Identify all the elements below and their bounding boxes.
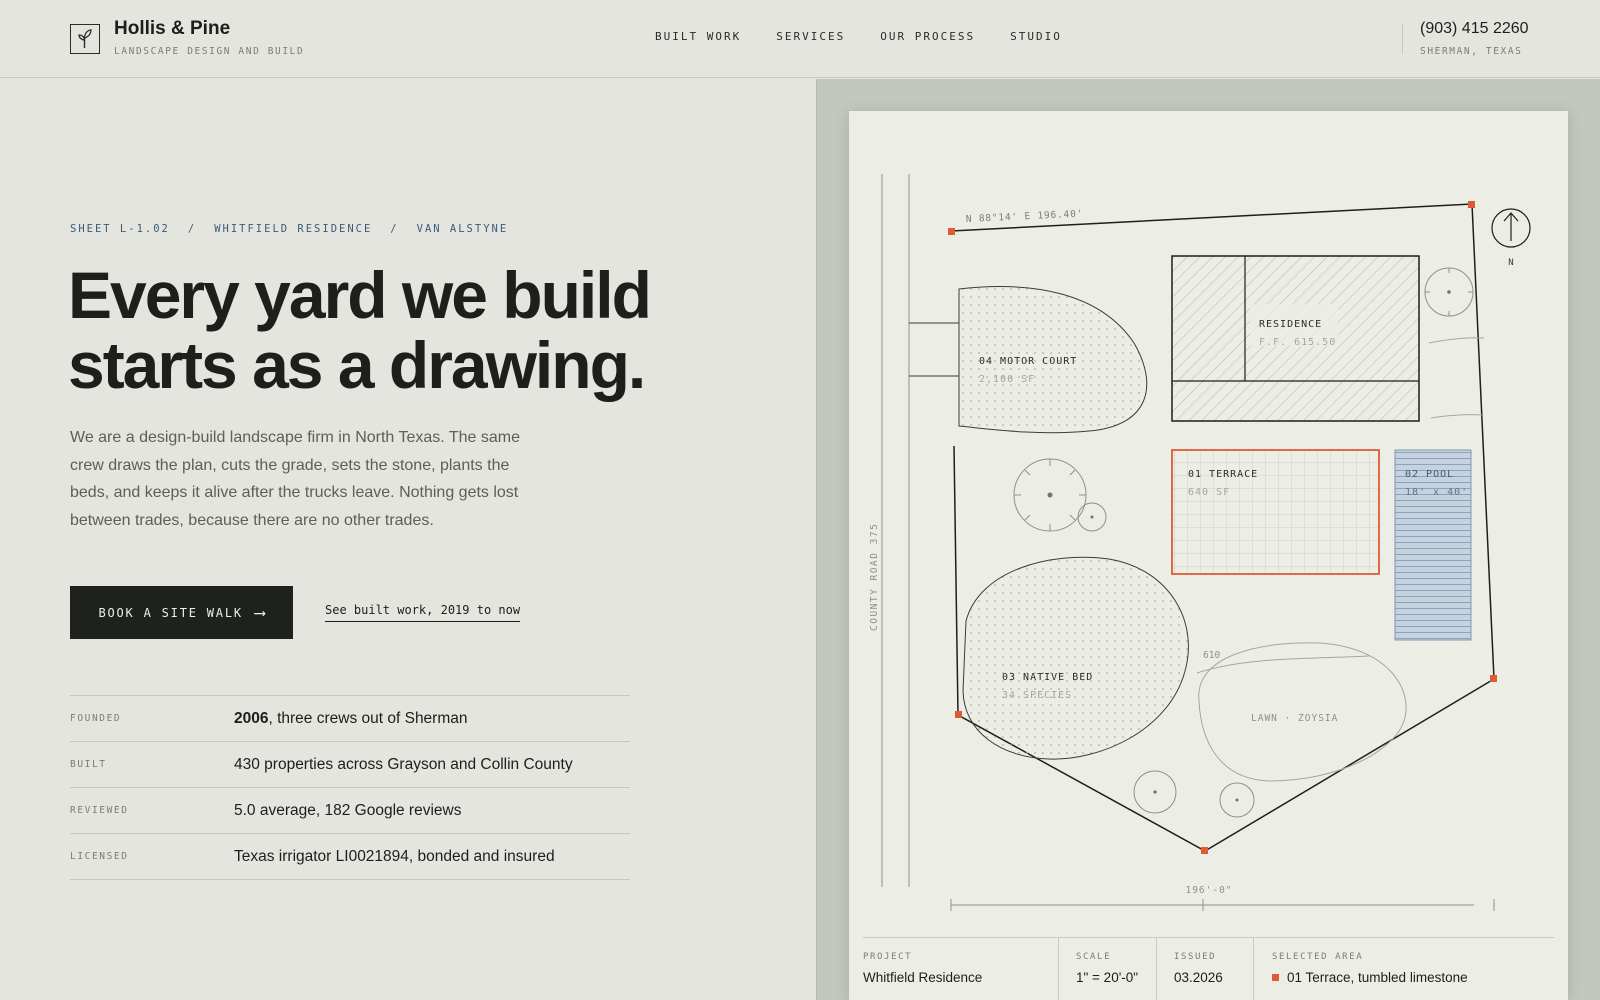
- tree-icon: [1424, 267, 1474, 317]
- nav-studio[interactable]: STUDIO: [1010, 30, 1062, 43]
- project-label: PROJECT: [863, 952, 913, 962]
- breadcrumb-separator: /: [390, 223, 399, 235]
- fact-label: REVIEWED: [70, 805, 129, 816]
- main-nav: BUILT WORK SERVICES OUR PROCESS STUDIO: [655, 30, 1062, 43]
- breadcrumb-separator: /: [187, 223, 197, 235]
- phone-number[interactable]: (903) 415 2260: [1420, 20, 1529, 38]
- fact-label: BUILT: [70, 759, 107, 770]
- selected-area-label: SELECTED AREA: [1272, 952, 1364, 962]
- corner-marker: [955, 711, 962, 718]
- title-block-issued: ISSUED 03.2026: [1157, 938, 1254, 1000]
- fact-value: Texas irrigator LI0021894, bonded and in…: [234, 847, 555, 865]
- issued-value: 03.2026: [1174, 970, 1223, 985]
- native-bed-label: 03 NATIVE BED: [1002, 672, 1093, 683]
- book-site-walk-button[interactable]: BOOK A SITE WALK ⟶: [70, 586, 293, 639]
- selected-area-value: 01 Terrace, tumbled limestone: [1272, 970, 1550, 985]
- see-built-work-link[interactable]: See built work, 2019 to now: [325, 603, 521, 622]
- fact-value: 2006, three crews out of Sherman: [234, 710, 468, 728]
- lawn-area[interactable]: [1198, 642, 1407, 782]
- logo-sprout-icon[interactable]: [70, 24, 100, 54]
- nav-services[interactable]: SERVICES: [776, 30, 845, 43]
- site-header: Hollis & Pine LANDSCAPE DESIGN AND BUILD…: [0, 0, 1600, 78]
- brand-name[interactable]: Hollis & Pine: [114, 18, 230, 40]
- native-bed-species: 34 SPECIES: [1002, 690, 1072, 701]
- breadcrumb: SHEET L-1.02 / WHITFIELD RESIDENCE / VAN…: [70, 223, 508, 235]
- cta-label: BOOK A SITE WALK: [98, 605, 243, 620]
- contour-label: 610: [1203, 650, 1220, 661]
- headline-line-2: starts as a drawing.: [68, 328, 646, 402]
- scale-label: SCALE: [1076, 952, 1112, 962]
- site-plan-drawing: COUNTY ROAD 375 N 88°14' E 196.40' N 04 …: [869, 174, 1531, 911]
- scale-value: 1" = 20'-0": [1076, 970, 1139, 985]
- title-block-project: PROJECT Whitfield Residence: [863, 938, 1059, 1000]
- breadcrumb-town: VAN ALSTYNE: [416, 223, 509, 235]
- dimension-label: 196'-0": [1185, 885, 1232, 896]
- terrace-label: 01 TERRACE: [1188, 469, 1258, 480]
- arrow-right-icon: ⟶: [254, 603, 265, 622]
- tree-icon: [1133, 770, 1177, 814]
- tree-icon: [1013, 458, 1087, 532]
- corner-marker: [1201, 847, 1208, 854]
- fact-value: 5.0 average, 182 Google reviews: [234, 801, 462, 819]
- header-divider: [1402, 24, 1403, 54]
- north-arrow-icon: [1491, 208, 1531, 248]
- pool-label: 02 POOL: [1405, 469, 1454, 480]
- location-label: SHERMAN, TEXAS: [1420, 46, 1523, 57]
- corner-marker: [1468, 201, 1475, 208]
- fact-value-strong: 2006: [234, 709, 269, 727]
- motor-court-area: 2,100 SF: [979, 374, 1035, 385]
- terrace-area-label: 640 SF: [1188, 487, 1230, 498]
- title-block-selected-area: SELECTED AREA 01 Terrace, tumbled limest…: [1254, 938, 1550, 1000]
- title-block-scale: SCALE 1" = 20'-0": [1059, 938, 1157, 1000]
- issued-label: ISSUED: [1174, 952, 1217, 962]
- fact-label: LICENSED: [70, 851, 129, 862]
- tree-icon: [1219, 782, 1255, 818]
- residence-ff: F.F. 615.50: [1259, 337, 1336, 348]
- breadcrumb-project: WHITFIELD RESIDENCE: [214, 223, 373, 235]
- title-block: PROJECT Whitfield Residence SCALE 1" = 2…: [863, 937, 1554, 1000]
- fact-row: BUILT 430 properties across Grayson and …: [70, 742, 630, 788]
- fact-row: LICENSED Texas irrigator LI0021894, bond…: [70, 834, 630, 880]
- road-label: COUNTY ROAD 375: [869, 523, 880, 631]
- nav-our-process[interactable]: OUR PROCESS: [880, 30, 975, 43]
- project-value: Whitfield Residence: [863, 970, 983, 985]
- selected-area-text: 01 Terrace, tumbled limestone: [1287, 970, 1468, 985]
- fact-row: FOUNDED 2006, three crews out of Sherman: [70, 696, 630, 742]
- fact-value-rest: , three crews out of Sherman: [268, 709, 468, 727]
- facts-table: FOUNDED 2006, three crews out of Sherman…: [70, 695, 630, 880]
- brand-tagline: LANDSCAPE DESIGN AND BUILD: [114, 46, 305, 57]
- nav-built-work[interactable]: BUILT WORK: [655, 30, 741, 43]
- selected-area-swatch: [1272, 974, 1279, 981]
- fact-value: 430 properties across Grayson and Collin…: [234, 755, 573, 773]
- hero-lead: We are a design-build landscape firm in …: [70, 429, 521, 529]
- tree-icon: [1077, 502, 1107, 532]
- site-plan-sheet: COUNTY ROAD 375 N 88°14' E 196.40' N 04 …: [849, 111, 1568, 1000]
- pool-size: 18' x 40': [1405, 487, 1468, 498]
- breadcrumb-sheet: SHEET L-1.02: [70, 223, 170, 235]
- headline-line-1: Every yard we build: [68, 258, 652, 332]
- north-label: N: [1508, 258, 1513, 268]
- residence-label: RESIDENCE: [1259, 319, 1322, 330]
- corner-marker: [948, 228, 955, 235]
- corner-marker: [1490, 675, 1497, 682]
- fact-row: REVIEWED 5.0 average, 182 Google reviews: [70, 788, 630, 834]
- motor-court-label: 04 MOTOR COURT: [979, 356, 1077, 367]
- lawn-label: LAWN · ZOYSIA: [1251, 713, 1338, 724]
- bearing-label: N 88°14' E 196.40': [966, 208, 1084, 225]
- fact-label: FOUNDED: [70, 713, 122, 724]
- hero-headline: Every yard we build starts as a drawing.: [68, 260, 768, 400]
- native-bed[interactable]: [962, 556, 1189, 760]
